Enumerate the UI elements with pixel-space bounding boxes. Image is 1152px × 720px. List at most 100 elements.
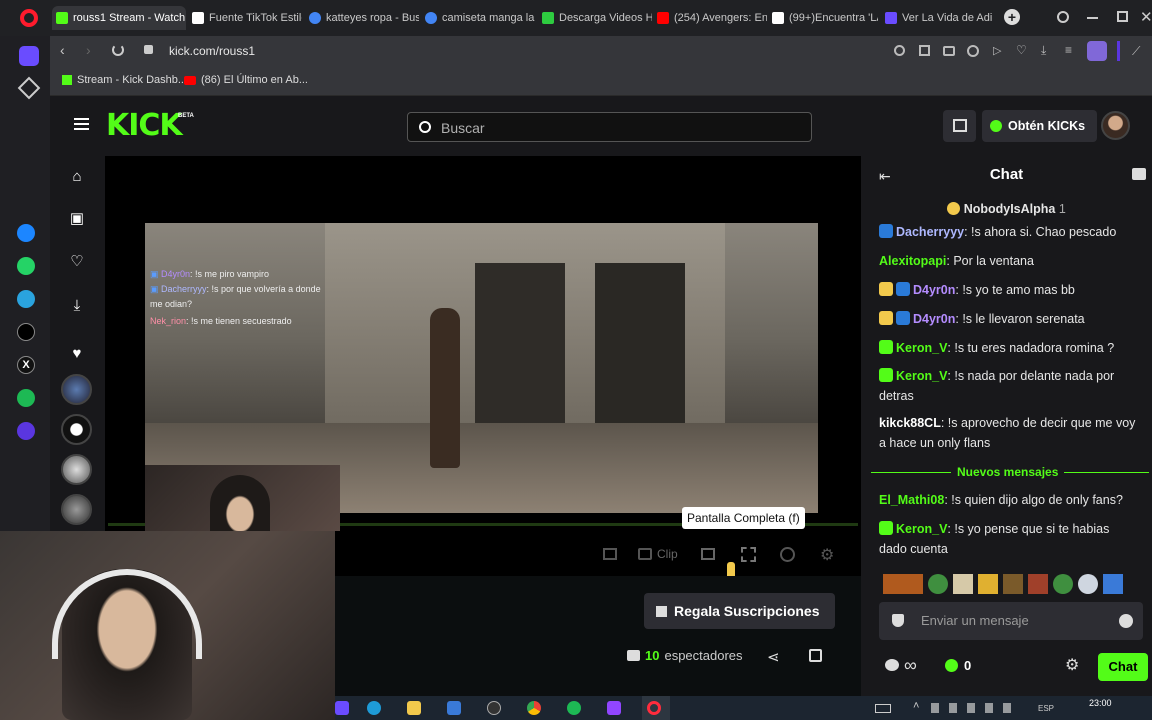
hamburger-menu-icon[interactable]: [74, 118, 89, 130]
messenger-icon[interactable]: [17, 224, 35, 242]
browse-nav-icon[interactable]: ▣: [67, 208, 87, 228]
channel-avatar[interactable]: [61, 374, 92, 405]
emote-icon[interactable]: [928, 574, 948, 594]
playback-icon[interactable]: [780, 547, 795, 562]
store-icon[interactable]: [447, 701, 461, 715]
download-nav-icon[interactable]: ⤓: [67, 295, 87, 315]
adblock-icon[interactable]: [967, 45, 979, 57]
search-tabs-icon[interactable]: [1057, 11, 1069, 23]
tab[interactable]: katteyes ropa - Busca: [309, 6, 419, 30]
tab[interactable]: (99+)Encuentra 'LA P: [772, 6, 878, 30]
telegram-icon[interactable]: [17, 290, 35, 308]
zoom-icon[interactable]: [894, 45, 905, 56]
language-indicator[interactable]: ESP: [1038, 704, 1054, 713]
emote-icon[interactable]: [1103, 574, 1123, 594]
search-input[interactable]: Buscar: [441, 120, 485, 136]
maximize-icon[interactable]: [1117, 11, 1128, 22]
whatsapp-icon[interactable]: [17, 257, 35, 275]
clip-icon[interactable]: [638, 548, 652, 560]
file-explorer-icon[interactable]: [407, 701, 421, 715]
clip-label[interactable]: Clip: [657, 547, 678, 561]
close-icon[interactable]: ✕: [1140, 8, 1152, 26]
emote-icon[interactable]: [1078, 574, 1098, 594]
get-kicks-button[interactable]: Obtén KICKs: [982, 110, 1097, 142]
favorites-heart-icon[interactable]: ♥: [67, 343, 87, 363]
bookmark-youtube[interactable]: (86) El Último en Ab...: [184, 74, 308, 86]
taskbar-app-icon[interactable]: [335, 701, 349, 715]
menu-icon[interactable]: ≡: [1065, 43, 1072, 57]
more-options-icon[interactable]: [809, 649, 822, 662]
edit-icon[interactable]: [919, 45, 930, 56]
new-tab-icon[interactable]: +: [1004, 9, 1020, 25]
tab[interactable]: Fuente TikTok Estilo: [192, 6, 302, 30]
profile-avatar-icon[interactable]: [1087, 41, 1107, 61]
gift-subs-button[interactable]: Regala Suscripciones: [644, 593, 835, 629]
twitch-icon[interactable]: [607, 701, 621, 715]
theater-mode-icon[interactable]: [603, 548, 617, 560]
tab-active[interactable]: rouss1 Stream - Watch Li: [52, 6, 186, 30]
bookmark-kick-dashboard[interactable]: Stream - Kick Dashb...: [62, 74, 187, 86]
extension-icon[interactable]: [1117, 41, 1120, 61]
user-avatar[interactable]: [1101, 111, 1130, 140]
settings-gear-icon[interactable]: ⚙: [820, 545, 834, 565]
chat-settings-gear-icon[interactable]: ⚙: [1065, 655, 1079, 675]
channel-avatar[interactable]: [61, 414, 92, 445]
emote-icon[interactable]: [1003, 574, 1023, 594]
tab[interactable]: (254) Avengers: Endg: [657, 6, 767, 30]
emote-icon[interactable]: [883, 574, 923, 594]
edge-icon[interactable]: [367, 701, 381, 715]
spotify-icon[interactable]: [17, 389, 35, 407]
kick-logo[interactable]: KICK: [106, 108, 183, 143]
chat-users-icon[interactable]: [1132, 168, 1146, 180]
tab[interactable]: camiseta manga larg: [425, 6, 535, 30]
share-icon[interactable]: ⋖: [767, 648, 780, 666]
url-field[interactable]: kick.com/rouss1: [169, 44, 255, 58]
fullscreen-icon[interactable]: [741, 547, 756, 562]
tray-chevron-icon[interactable]: ˄: [913, 700, 919, 712]
home-icon[interactable]: [19, 46, 39, 66]
minimize-icon[interactable]: [1087, 17, 1098, 19]
tiktok-icon[interactable]: [17, 323, 35, 341]
taskbar-active-indicator: [642, 696, 670, 720]
chat-input-box[interactable]: Enviar un mensaje: [879, 602, 1143, 640]
channel-avatar[interactable]: [61, 494, 92, 525]
play-icon[interactable]: ▷: [993, 44, 1001, 57]
pinned-banner[interactable]: NobodyIsAlpha 1: [861, 202, 1152, 216]
tray-icons[interactable]: [931, 703, 1021, 713]
emote-icon[interactable]: [953, 574, 973, 594]
x-twitter-icon[interactable]: X: [17, 356, 35, 374]
home-nav-icon[interactable]: ⌂: [67, 166, 87, 186]
chat-input[interactable]: Enviar un mensaje: [921, 613, 1029, 628]
obs-icon[interactable]: [487, 701, 501, 715]
mini-player-icon[interactable]: [701, 548, 715, 560]
store-button[interactable]: [943, 110, 976, 142]
forward-icon[interactable]: ›: [86, 42, 91, 58]
tab[interactable]: Descarga Videos HD: [542, 6, 652, 30]
tab[interactable]: Ver La Vida de Adi: [885, 6, 993, 30]
fullscreen-tooltip: Pantalla Completa (f): [682, 507, 805, 529]
search-box[interactable]: Buscar: [407, 112, 812, 142]
emote-icon[interactable]: [1028, 574, 1048, 594]
chrome-icon[interactable]: [527, 701, 541, 715]
send-chat-button[interactable]: Chat: [1098, 653, 1148, 681]
channel-avatar[interactable]: [61, 454, 92, 485]
points-icon[interactable]: [885, 659, 899, 671]
chat-message: D4yr0n: !s le llevaron serenata: [879, 309, 1139, 329]
emote-icon[interactable]: [1053, 574, 1073, 594]
following-heart-icon[interactable]: ♡: [67, 251, 87, 271]
player-icon[interactable]: [17, 422, 35, 440]
easy-setup-icon[interactable]: ⟋: [1132, 44, 1140, 59]
back-icon[interactable]: ‹: [60, 42, 65, 58]
tray-keyboard-icon[interactable]: [875, 704, 891, 713]
spotify-icon[interactable]: [567, 701, 581, 715]
emoji-icon[interactable]: [1119, 614, 1133, 628]
download-icon[interactable]: ⤓: [1041, 43, 1046, 58]
emote-icon[interactable]: [978, 574, 998, 594]
reload-icon[interactable]: [112, 44, 124, 56]
speed-dial-icon[interactable]: [17, 76, 41, 100]
camera-icon[interactable]: [943, 46, 955, 56]
opera-logo-icon[interactable]: [20, 9, 38, 27]
heart-icon[interactable]: ♡: [1016, 43, 1027, 57]
tiktok-favicon-icon: [192, 12, 204, 24]
clock[interactable]: 23:00: [1089, 698, 1112, 708]
